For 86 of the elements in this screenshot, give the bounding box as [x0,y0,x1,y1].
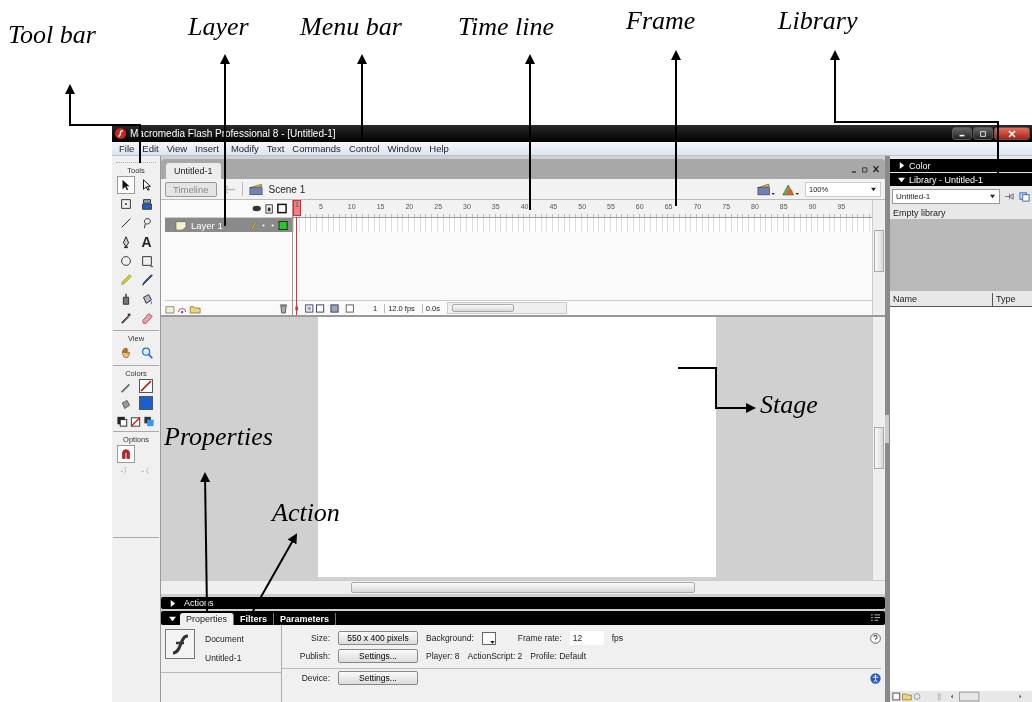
eraser-icon [139,311,154,325]
library-status: Empty library [892,207,947,219]
close-icon [1007,129,1017,139]
menu-item[interactable]: Commands [288,143,345,154]
frame-rate-label: Frame rate: [517,633,562,643]
pin-icon[interactable] [1004,191,1015,202]
background-label: Background: [426,633,474,643]
tool-button[interactable] [116,176,135,194]
column-header[interactable]: Type [993,293,1019,306]
size-button[interactable]: 550 x 400 pixels [338,631,418,645]
clapperboard-icon [248,182,263,196]
background-swatch[interactable] [481,631,496,645]
annotation-label: Action [272,500,340,526]
annotation-label: Library [778,8,858,34]
gradient-icon [139,197,154,211]
publish-label: Publish: [298,651,330,661]
accessibility-icon[interactable] [870,672,881,684]
text-tool[interactable]: A [137,233,156,251]
annotation-label: Tool bar [8,22,96,48]
rectangle-icon [139,254,154,268]
actionscript-version: ActionScript: 2 [467,651,523,661]
fill-color-swatch[interactable] [138,396,155,412]
annotation-label: Frame [626,8,696,34]
edit-scene-icon[interactable] [757,181,775,197]
document-name: Untitled-1 [205,653,243,663]
vertical-scrollbar[interactable] [872,317,885,580]
pencil-icon [118,273,133,287]
settings-button[interactable]: Settings... [338,671,418,685]
document-label: Document [205,634,244,644]
profile-label: Profile: Default [530,651,587,661]
menu-item[interactable]: Help [425,143,453,154]
annotation-label: Menu bar [300,14,402,40]
scene-label: Scene 1 [268,183,306,195]
eyedropper-icon [118,311,133,325]
annotation-label: Stage [760,392,818,418]
player-version: Player: 8 [426,651,460,661]
new-library-icon[interactable] [1019,191,1030,202]
options-menu-icon[interactable] [870,613,881,623]
horizontal-scrollbar[interactable] [161,580,885,594]
horizontal-scrollbar[interactable] [447,302,568,314]
menu-item[interactable]: Insert [191,143,223,154]
caret-icon [989,194,996,199]
annotation-label: Layer [188,14,249,40]
brush-icon [139,273,154,287]
caret-icon [870,186,877,192]
document-tab[interactable]: Untitled-1 [166,163,221,179]
close-button[interactable] [994,127,1030,140]
help-icon[interactable] [870,632,881,644]
size-label: Size: [310,633,330,643]
stroke-color-swatch[interactable] [138,379,155,395]
menu-item[interactable]: File [115,143,139,154]
annotation-label: Time line [458,14,555,40]
maximize-button[interactable] [973,127,993,140]
panel-header[interactable]: Actions [161,597,885,609]
menu-item[interactable]: View [162,143,192,154]
settings-button[interactable]: Settings... [338,649,418,663]
app-logo-icon [115,128,126,139]
panel-tab[interactable]: Properties [180,613,235,625]
search-icon [139,346,154,360]
trash-icon[interactable] [279,302,288,314]
column-header[interactable]: Name [890,293,993,306]
layer-header-icons [252,203,289,214]
maximize-icon [979,129,987,139]
tool-button[interactable] [116,445,135,463]
menu-item[interactable]: Window [383,143,426,154]
color-buttons-icon [116,415,156,428]
window-controls-icon [851,164,881,174]
transform-icon [118,197,133,211]
layer-icon [175,220,187,230]
fps-label: fps [611,633,623,643]
bucket-icon [119,397,132,411]
panel-header[interactable]: Color [890,159,1032,172]
window-title: Macromedia Flash Professional 8 - [Untitled-1] [130,128,336,139]
layer-state-icons [249,219,289,231]
device-label: Device: [300,673,330,683]
menu-item[interactable]: Edit [138,143,163,154]
minimize-button[interactable] [952,127,972,140]
annotation-label: Properties [164,424,273,450]
frame-rate-field[interactable]: 12 [569,631,604,645]
flash-document-icon [165,629,195,659]
menu-item[interactable]: Modify [226,143,263,154]
panel-header[interactable]: Library - Untitled-1 [890,173,1032,186]
menu-item[interactable]: Text [262,143,289,154]
vertical-scrollbar[interactable] [872,200,885,315]
library-dropdown[interactable]: Untitled-1 [892,189,1000,204]
menu-item[interactable]: Control [344,143,384,154]
